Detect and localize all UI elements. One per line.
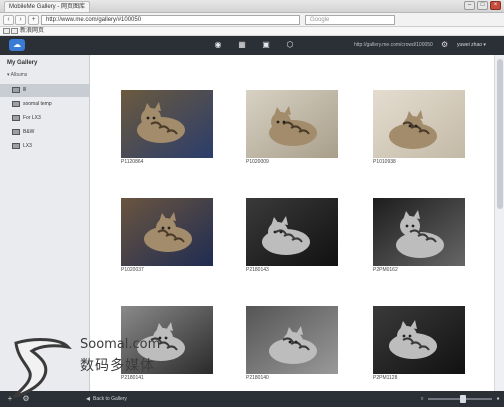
photo-caption: P1120864 <box>121 159 144 165</box>
bookmarks-bar: 新浪网页 <box>0 27 504 36</box>
photo-caption: P2180143 <box>246 267 269 273</box>
upload-icon[interactable]: ▣ <box>261 40 271 50</box>
watermark-text-cn: 数码多媒体 <box>80 357 155 373</box>
soomal-logo <box>6 337 76 401</box>
zoom-in-icon[interactable]: ▪ <box>494 395 502 403</box>
album-icon <box>12 143 20 149</box>
photo-thumbnail[interactable]: P1120864 <box>121 90 213 166</box>
photo-caption: P2PM0162 <box>373 267 398 273</box>
cat-photo[interactable] <box>121 90 213 158</box>
sidebar-title[interactable]: My Gallery <box>7 60 37 66</box>
cat-photo[interactable] <box>373 198 465 266</box>
close-button[interactable]: × <box>490 1 501 10</box>
app-toolbar: ☁ ◉ ▦ ▣ ⬡ http://gallery.me.com/crowd/10… <box>0 36 504 55</box>
scrollbar[interactable] <box>494 55 504 391</box>
user-menu[interactable]: yuwei zhao ▾ <box>457 42 486 48</box>
album-item[interactable]: B&W <box>0 126 89 139</box>
photo-thumbnail[interactable]: P1010938 <box>373 90 465 166</box>
photo-caption: P1010938 <box>373 159 396 165</box>
cat-photo[interactable] <box>373 306 465 374</box>
gallery-url[interactable]: http://gallery.me.com/crowd/100050 <box>354 42 433 48</box>
album-icon <box>12 115 20 121</box>
cat-photo[interactable] <box>246 198 338 266</box>
back-icon[interactable]: ‹ <box>3 15 14 25</box>
album-label: B&W <box>23 129 35 135</box>
photo-caption: P1020037 <box>121 267 144 273</box>
share-icon[interactable]: ⬡ <box>285 40 295 50</box>
album-icon <box>12 129 20 135</box>
back-to-gallery-link[interactable]: Back to Gallery <box>93 396 127 402</box>
address-bar[interactable]: http://www.me.com/gallery/#100050 <box>41 15 300 25</box>
cat-photo[interactable] <box>121 198 213 266</box>
browser-navbar: ‹ › + http://www.me.com/gallery/#100050 … <box>0 13 504 27</box>
bookmark-icon[interactable] <box>3 28 10 34</box>
photo-thumbnail[interactable]: P2PM1128 <box>373 306 465 382</box>
album-label: For LX3 <box>23 115 41 121</box>
photo-thumbnail[interactable]: P2180143 <box>246 198 338 274</box>
cat-photo[interactable] <box>246 90 338 158</box>
minimize-button[interactable]: – <box>464 1 475 10</box>
new-tab-icon[interactable]: + <box>28 15 39 25</box>
photo-thumbnail[interactable]: P1020037 <box>121 198 213 274</box>
scroll-thumb[interactable] <box>497 59 503 209</box>
back-arrow-icon[interactable]: ◂ <box>84 395 92 403</box>
cat-photo[interactable] <box>373 90 465 158</box>
slideshow-icon[interactable]: ◉ <box>213 40 223 50</box>
photo-thumbnail[interactable]: P2180140 <box>246 306 338 382</box>
browser-titlebar: MobileMe Gallery - 网页图库 – □ × <box>0 0 504 13</box>
album-icon <box>12 101 20 107</box>
photo-thumbnail[interactable]: P2PM0162 <box>373 198 465 274</box>
album-item[interactable]: LX3 <box>0 140 89 153</box>
album-item[interactable]: lll <box>0 84 89 97</box>
photo-caption: P2PM1128 <box>373 375 398 381</box>
photo-caption: P2180141 <box>121 375 144 381</box>
watermark-text-en: Soomal.com <box>80 337 161 352</box>
zoom-knob[interactable] <box>459 395 466 403</box>
bookmark-item[interactable]: 新浪网页 <box>20 28 44 35</box>
search-input[interactable]: Google <box>305 15 395 25</box>
layout-icon[interactable]: ▦ <box>237 40 247 50</box>
album-item[interactable]: For LX3 <box>0 112 89 125</box>
photo-thumbnail[interactable]: P1020009 <box>246 90 338 166</box>
albums-header[interactable]: ▾ Albums <box>7 72 27 78</box>
zoom-slider[interactable] <box>428 395 492 403</box>
grid-icon[interactable] <box>11 28 18 34</box>
photo-caption: P2180140 <box>246 375 269 381</box>
browser-tab[interactable]: MobileMe Gallery - 网页图库 <box>4 1 91 12</box>
cat-photo[interactable] <box>246 306 338 374</box>
zoom-out-icon[interactable]: ▫ <box>418 395 426 403</box>
window-controls: – □ × <box>464 1 501 10</box>
album-label: lll <box>23 87 27 93</box>
maximize-button[interactable]: □ <box>477 1 488 10</box>
photo-caption: P1020009 <box>246 159 269 165</box>
album-item[interactable]: soomal temp <box>0 98 89 111</box>
forward-icon[interactable]: › <box>15 15 26 25</box>
cloud-icon[interactable]: ☁ <box>9 39 25 51</box>
gear-icon[interactable]: ⚙ <box>441 40 451 50</box>
album-icon <box>12 87 20 93</box>
album-label: soomal temp <box>23 101 52 107</box>
album-label: LX3 <box>23 143 32 149</box>
